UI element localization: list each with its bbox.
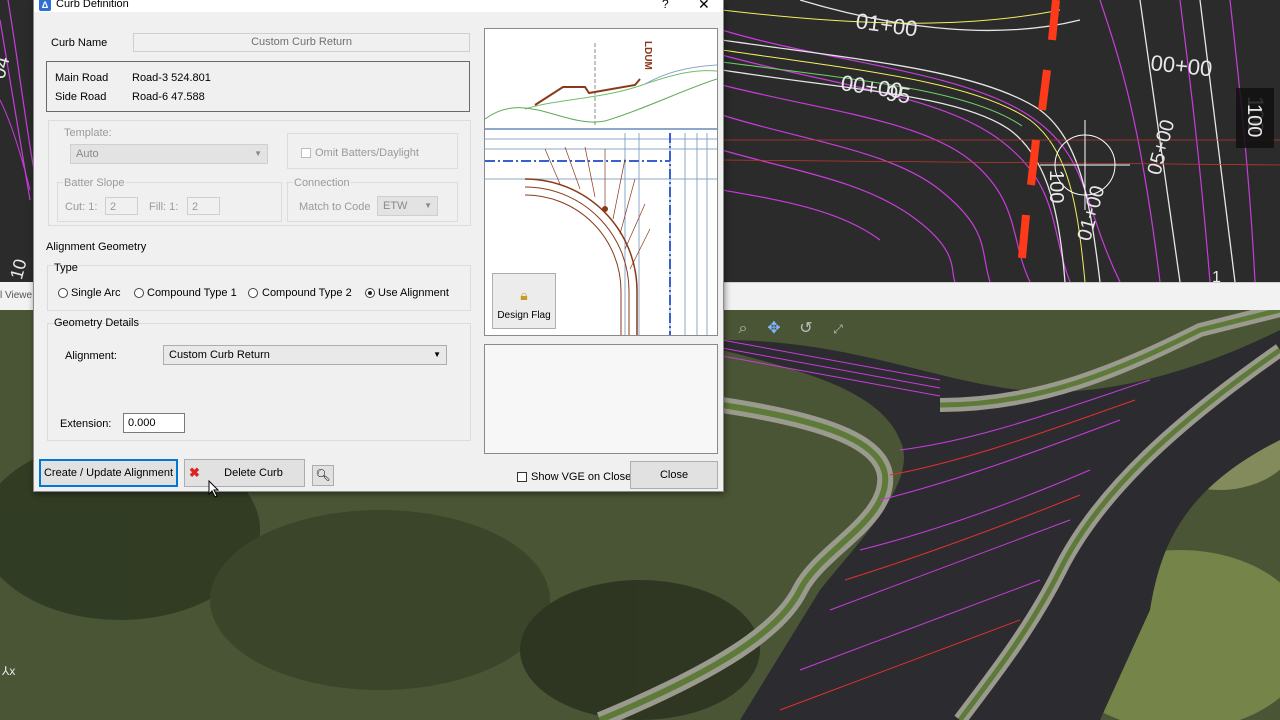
- chevron-down-icon: ▼: [254, 149, 262, 158]
- viewport-separator[interactable]: [722, 282, 1280, 311]
- help-button[interactable]: ?: [662, 0, 669, 11]
- match-code-select[interactable]: ETW ▼: [377, 196, 438, 216]
- plan-label-8: 100: [1045, 170, 1067, 203]
- pan-icon[interactable]: ✥: [764, 319, 784, 339]
- plan-label-10: 1: [1212, 269, 1221, 282]
- close-window-icon[interactable]: ✕: [698, 0, 710, 13]
- use-alignment-label: Use Alignment: [378, 287, 449, 299]
- dialog-title: Curb Definition: [56, 0, 129, 10]
- app-icon: Δ: [39, 0, 51, 11]
- viewer-tab-strip: l Viewe: [0, 282, 34, 312]
- lock-icon: 🔒︎: [520, 287, 528, 303]
- title-bar[interactable]: Δ Curb Definition ? ✕: [34, 0, 723, 12]
- radio-compound-type-2[interactable]: [248, 288, 258, 298]
- batter-slope-label: Batter Slope: [63, 177, 126, 189]
- match-to-code-label: Match to Code: [299, 201, 371, 213]
- alignment-select-value: Custom Curb Return: [169, 349, 270, 361]
- fit-view-icon[interactable]: ⤢: [828, 319, 848, 339]
- mouse-cursor: [208, 480, 220, 498]
- curb-name-field[interactable]: Custom Curb Return: [133, 33, 470, 52]
- magnifier-icon: 🔍︎: [315, 468, 331, 482]
- radio-compound-type-1[interactable]: [134, 288, 144, 298]
- compound-type-1-label: Compound Type 1: [147, 287, 237, 299]
- create-update-alignment-button[interactable]: Create / Update Alignment: [39, 459, 178, 487]
- fill-slope-input[interactable]: 2: [187, 197, 220, 215]
- single-arc-label: Single Arc: [71, 287, 121, 299]
- preview-label: LDUM: [642, 41, 653, 70]
- extension-input[interactable]: 0.000: [123, 413, 185, 433]
- show-vge-checkbox[interactable]: [517, 472, 527, 482]
- match-code-value: ETW: [383, 200, 408, 212]
- geometry-details-label: Geometry Details: [54, 317, 139, 329]
- type-label: Type: [54, 262, 78, 274]
- curb-definition-dialog: Δ Curb Definition ? ✕ Curb Name Custom C…: [33, 0, 724, 492]
- omit-batters-checkbox[interactable]: [301, 148, 311, 158]
- template-select[interactable]: Auto ▼: [70, 144, 268, 164]
- close-button[interactable]: Close: [630, 461, 718, 489]
- viewer-tab[interactable]: l Viewe: [0, 290, 32, 301]
- secondary-preview: [484, 344, 718, 454]
- connection-label: Connection: [293, 177, 351, 189]
- template-label: Template:: [64, 127, 112, 139]
- curb-name-label: Curb Name: [51, 37, 108, 49]
- radio-use-alignment[interactable]: [365, 288, 375, 298]
- compound-type-2-label: Compound Type 2: [262, 287, 352, 299]
- alignment-label: Alignment:: [65, 350, 117, 362]
- curb-preview[interactable]: LDUM 🔒︎ Design Flag: [484, 28, 718, 336]
- plan-label-12: 100: [1243, 104, 1265, 137]
- alignment-geometry-heading: Alignment Geometry: [46, 241, 147, 253]
- delete-curb-button[interactable]: ✖ Delete Curb: [184, 459, 305, 487]
- side-road-label: Side Road: [55, 91, 107, 103]
- show-vge-label: Show VGE on Close: [531, 471, 632, 483]
- cut-label: Cut: 1:: [65, 201, 98, 213]
- road-info-panel: [46, 61, 470, 112]
- extension-label: Extension:: [60, 418, 112, 430]
- delete-curb-label: Delete Curb: [224, 467, 283, 479]
- radio-single-arc[interactable]: [58, 288, 68, 298]
- main-road-label: Main Road: [55, 72, 109, 84]
- delete-x-icon: ✖: [189, 465, 200, 480]
- zoom-to-curb-button[interactable]: 🔍︎: [312, 465, 334, 486]
- zoom-icon[interactable]: ⌕: [733, 319, 753, 339]
- fill-label: Fill: 1:: [149, 201, 179, 213]
- template-select-value: Auto: [76, 148, 99, 160]
- design-flag-button[interactable]: 🔒︎ Design Flag: [492, 273, 556, 329]
- rotate-icon[interactable]: ↺: [796, 319, 816, 339]
- chevron-down-icon: ▼: [424, 201, 432, 210]
- alignment-select[interactable]: Custom Curb Return ▼: [163, 345, 447, 365]
- side-road-value: Road-6 47.588: [132, 91, 205, 103]
- axis-triad-icon: ⅄x: [2, 664, 16, 678]
- chevron-down-icon: ▼: [433, 350, 441, 359]
- cut-slope-input[interactable]: 2: [105, 197, 138, 215]
- omit-batters-label: Omit Batters/Daylight: [315, 147, 419, 159]
- main-road-value: Road-3 524.801: [132, 72, 211, 84]
- design-flag-label: Design Flag: [497, 310, 551, 321]
